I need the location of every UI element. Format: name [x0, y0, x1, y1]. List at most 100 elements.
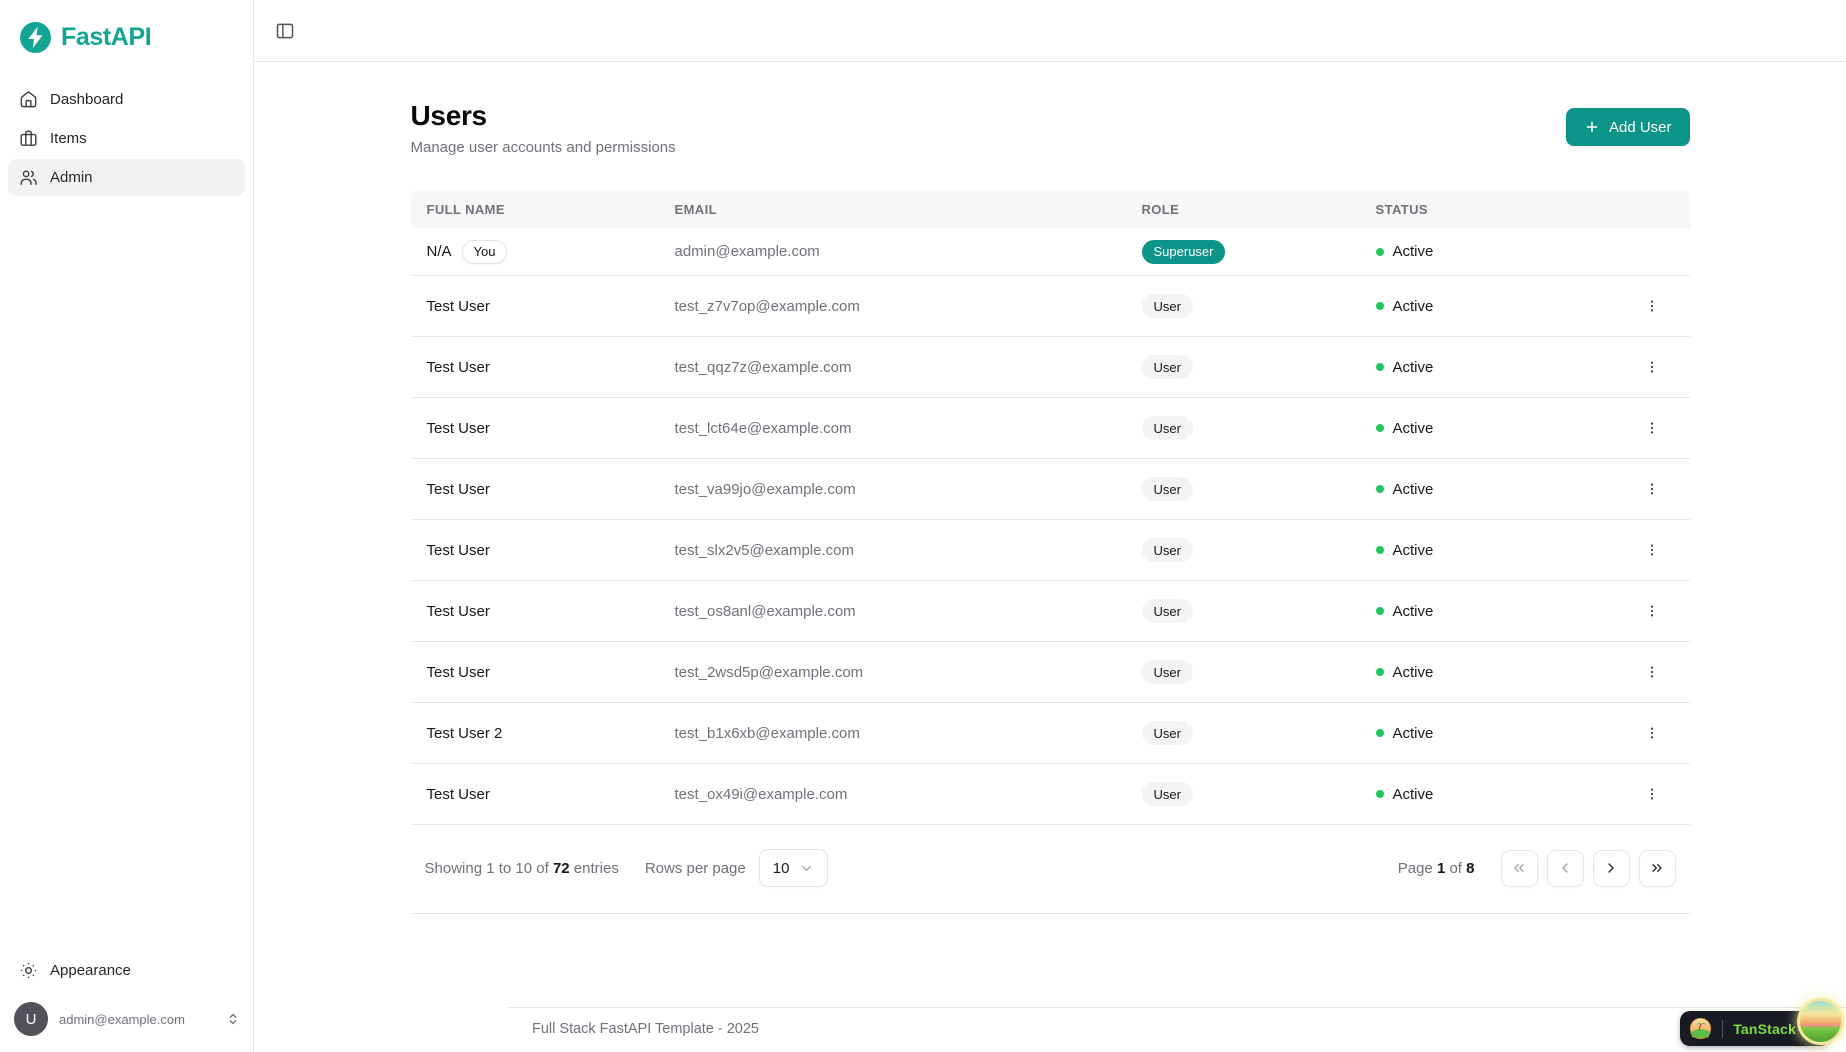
- role-badge: User: [1142, 355, 1193, 379]
- topbar: [254, 0, 1846, 62]
- user-status-cell: Active: [1360, 420, 1620, 437]
- chevron-right-icon: [1603, 860, 1619, 876]
- user-role-cell: User: [1126, 294, 1360, 318]
- row-actions-button[interactable]: [1636, 778, 1668, 810]
- status-text: Active: [1393, 664, 1434, 681]
- user-menu[interactable]: U admin@example.com: [0, 989, 253, 1052]
- status-text: Active: [1393, 298, 1434, 315]
- user-full-name: Test User: [411, 420, 659, 437]
- sidebar-nav: Dashboard Items Admin: [0, 81, 253, 196]
- rows-per-page-label: Rows per page: [645, 860, 746, 877]
- user-full-name: Test User: [411, 786, 659, 803]
- user-status-cell: Active: [1360, 603, 1620, 620]
- user-email: admin@example.com: [59, 1012, 214, 1027]
- table-row: Test User test_lct64e@example.com User A…: [411, 398, 1690, 459]
- page-info: Page 1 of 8: [1398, 860, 1475, 877]
- user-role-cell: User: [1126, 782, 1360, 806]
- rows-per-page-value: 10: [773, 860, 790, 877]
- user-role-cell: User: [1126, 721, 1360, 745]
- status-dot: [1376, 729, 1384, 737]
- status-text: Active: [1393, 603, 1434, 620]
- page-header: Users Manage user accounts and permissio…: [411, 100, 1690, 156]
- status-dot: [1376, 790, 1384, 798]
- more-vertical-icon: [1644, 725, 1660, 741]
- table-row: Test User test_2wsd5p@example.com User A…: [411, 642, 1690, 703]
- showing-entries-text: Showing 1 to 10 of 72 entries: [425, 860, 619, 877]
- appearance-button[interactable]: Appearance: [8, 952, 245, 989]
- user-status-cell: Active: [1360, 664, 1620, 681]
- sidebar-item-label: Admin: [50, 169, 93, 186]
- table-row: Test User test_os8anl@example.com User A…: [411, 581, 1690, 642]
- row-actions-button[interactable]: [1636, 656, 1668, 688]
- sidebar-item-items[interactable]: Items: [8, 120, 245, 157]
- briefcase-icon: [19, 129, 38, 148]
- users-table: FULL NAME EMAIL ROLE STATUS N/A You admi…: [411, 190, 1690, 825]
- next-page-button[interactable]: [1593, 850, 1630, 887]
- row-actions-button[interactable]: [1636, 473, 1668, 505]
- status-text: Active: [1393, 725, 1434, 742]
- user-full-name: Test User: [411, 542, 659, 559]
- previous-page-button[interactable]: [1547, 850, 1584, 887]
- user-full-name: Test User: [411, 359, 659, 376]
- user-full-name: Test User: [411, 664, 659, 681]
- tanstack-island-icon: [1689, 1017, 1712, 1040]
- user-role-cell: User: [1126, 355, 1360, 379]
- user-email-cell: test_va99jo@example.com: [659, 481, 1126, 498]
- first-page-button[interactable]: [1501, 850, 1538, 887]
- user-role-cell: Superuser: [1126, 240, 1360, 264]
- table-row: Test User test_ox49i@example.com User Ac…: [411, 764, 1690, 825]
- user-full-name: N/A: [427, 243, 452, 260]
- row-actions-button[interactable]: [1636, 412, 1668, 444]
- row-actions-button[interactable]: [1636, 351, 1668, 383]
- rows-per-page-select[interactable]: 10: [759, 849, 829, 887]
- chevron-left-icon: [1557, 860, 1573, 876]
- row-actions-button[interactable]: [1636, 717, 1668, 749]
- page-content: Users Manage user accounts and permissio…: [411, 62, 1690, 914]
- row-actions-button[interactable]: [1636, 534, 1668, 566]
- user-role-cell: User: [1126, 477, 1360, 501]
- user-email-cell: test_slx2v5@example.com: [659, 542, 1126, 559]
- tanstack-devtools-toggle[interactable]: [1797, 998, 1844, 1045]
- more-vertical-icon: [1644, 664, 1660, 680]
- user-email-cell: test_qqz7z@example.com: [659, 359, 1126, 376]
- role-badge: User: [1142, 721, 1193, 745]
- last-page-button[interactable]: [1639, 850, 1676, 887]
- divider: [1722, 1020, 1723, 1038]
- you-badge: You: [462, 240, 508, 264]
- user-role-cell: User: [1126, 538, 1360, 562]
- user-email-cell: test_ox49i@example.com: [659, 786, 1126, 803]
- chevrons-up-down-icon: [225, 1011, 241, 1027]
- fastapi-logo-icon: [20, 22, 51, 53]
- app-footer: Full Stack FastAPI Template - 2025: [508, 1007, 1846, 1052]
- user-role-cell: User: [1126, 416, 1360, 440]
- sidebar-item-admin[interactable]: Admin: [8, 159, 245, 196]
- more-vertical-icon: [1644, 481, 1660, 497]
- sidebar-toggle-button[interactable]: [268, 14, 302, 48]
- role-badge: User: [1142, 416, 1193, 440]
- user-full-name: Test User: [411, 481, 659, 498]
- column-header-email: EMAIL: [659, 202, 1126, 217]
- role-badge: User: [1142, 782, 1193, 806]
- add-user-label: Add User: [1609, 119, 1672, 136]
- column-header-role: ROLE: [1126, 202, 1360, 217]
- user-full-name-cell: N/A You: [411, 240, 659, 264]
- chevrons-left-icon: [1511, 860, 1527, 876]
- table-row: Test User test_va99jo@example.com User A…: [411, 459, 1690, 520]
- role-badge: User: [1142, 538, 1193, 562]
- row-actions-button[interactable]: [1636, 290, 1668, 322]
- status-dot: [1376, 424, 1384, 432]
- user-email-cell: test_2wsd5p@example.com: [659, 664, 1126, 681]
- column-header-status: STATUS: [1360, 202, 1620, 217]
- status-text: Active: [1393, 481, 1434, 498]
- plus-icon: [1584, 119, 1600, 135]
- row-actions-button[interactable]: [1636, 595, 1668, 627]
- sidebar-item-dashboard[interactable]: Dashboard: [8, 81, 245, 118]
- add-user-button[interactable]: Add User: [1566, 108, 1690, 146]
- user-email-cell: test_os8anl@example.com: [659, 603, 1126, 620]
- more-vertical-icon: [1644, 359, 1660, 375]
- role-badge: User: [1142, 477, 1193, 501]
- user-role-cell: User: [1126, 660, 1360, 684]
- user-status-cell: Active: [1360, 243, 1620, 260]
- fastapi-logo[interactable]: FastAPI: [0, 0, 253, 81]
- user-full-name: Test User: [411, 298, 659, 315]
